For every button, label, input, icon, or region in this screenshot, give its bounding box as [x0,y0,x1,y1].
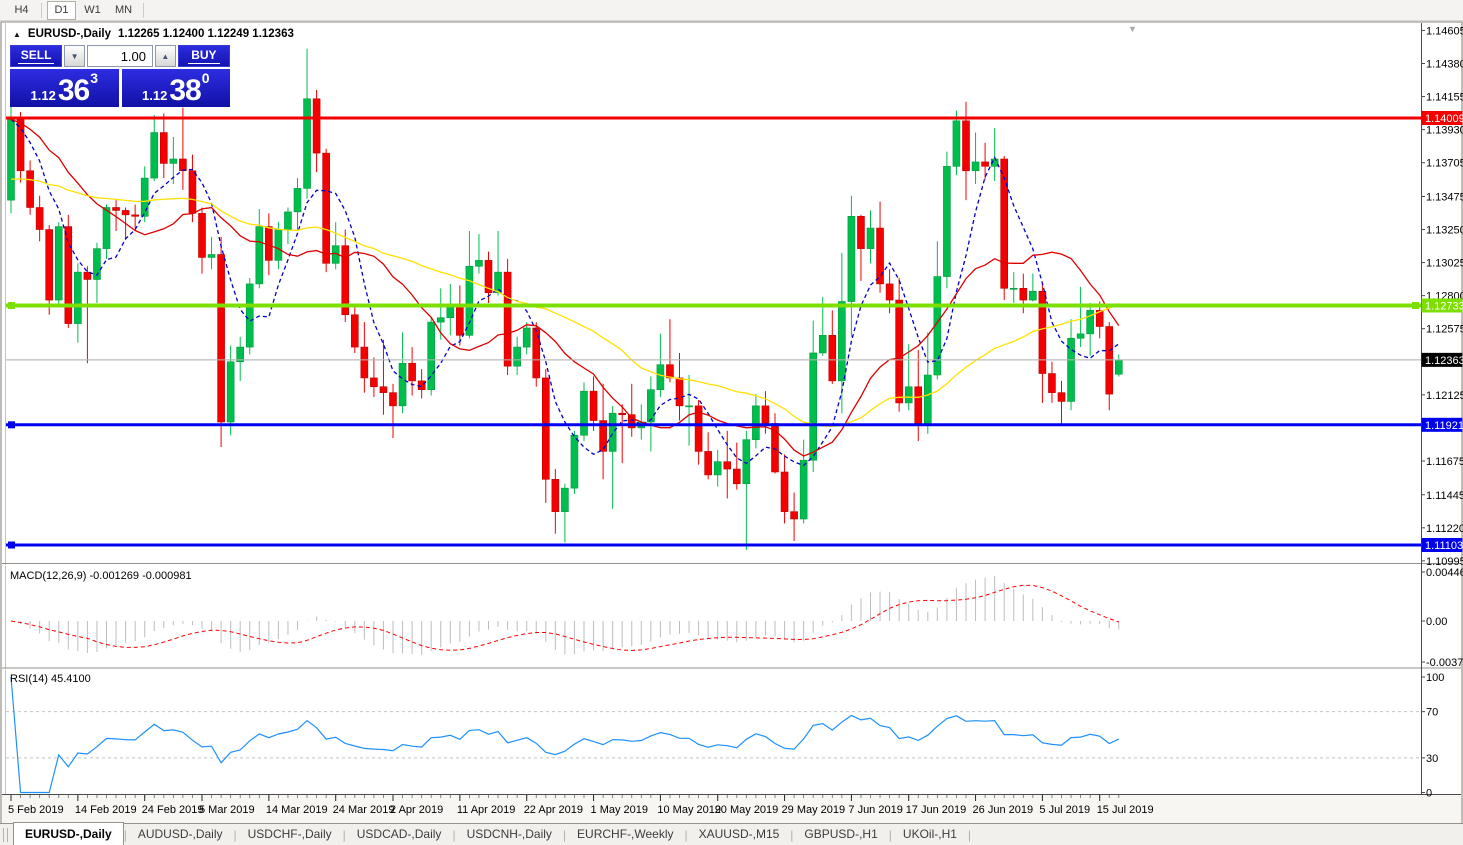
price-level-label: 1.12733 [1425,300,1463,312]
rsi-axis-label: 100 [1426,672,1444,684]
date-axis-label: 7 Jun 2019 [848,804,902,816]
chart-tab-usdcnh[interactable]: USDCNH-,Daily [456,824,563,845]
rsi-axis-label: 70 [1426,707,1438,719]
date-axis-label: 17 Jun 2019 [906,804,967,816]
sell-button-label: SELL [18,48,55,64]
price-axis-label: 1.11445 [1426,490,1463,502]
price-level-label: 1.12363 [1425,355,1463,367]
chart-canvas[interactable]: 1.14605 1.14380 1.14155 1.13930 1.13705 1.134… [0,0,1463,845]
date-axis-label: 26 Jun 2019 [973,804,1034,816]
price-axis-label: 1.13250 [1426,225,1463,237]
chart-tab-xauusd[interactable]: XAUUSD-,M15 [688,824,791,845]
macd-name: MACD(12,26,9) [10,570,86,582]
date-axis-label: 22 Apr 2019 [524,804,583,816]
price-axis-label: 1.11220 [1426,523,1463,535]
spinner-up-icon: ▲ [161,52,169,61]
buy-price-big: 38 [169,78,200,103]
price-axis-label: 1.13025 [1426,258,1463,270]
date-axis-label: 29 May 2019 [782,804,846,816]
price-axis-label: 1.13475 [1426,191,1463,203]
date-axis-label: 14 Mar 2019 [266,804,328,816]
volume-input[interactable] [87,45,153,67]
rsi-name: RSI(14) [10,673,48,685]
rsi-axis-label: 0 [1426,788,1432,800]
price-level-label: 1.11103 [1425,540,1463,552]
macd-indicator-label: MACD(12,26,9) -0.001269 -0.000981 [10,570,192,582]
price-axis-label: 1.14380 [1426,58,1463,70]
price-axis-label: 1.12125 [1426,390,1463,402]
price-level-label: 1.11921 [1425,420,1463,432]
macd-axis-label: 0.00 [1426,616,1447,628]
date-axis-label: 14 Feb 2019 [75,804,137,816]
chart-tab-audusd[interactable]: AUDUSD-,Daily [127,824,234,845]
chart-shift-icon[interactable]: ▼ [1128,24,1137,34]
chart-tab-eurchf[interactable]: EURCHF-,Weekly [566,824,684,845]
date-axis-label: 24 Mar 2019 [333,804,395,816]
date-axis-label: 15 Jul 2019 [1097,804,1154,816]
date-axis-label: 5 Jul 2019 [1039,804,1090,816]
tabbar-grip [3,828,8,842]
buy-price-prefix: 1.12 [142,88,167,103]
price-level-label: 1.14009 [1425,113,1463,125]
chart-tab-ukoil[interactable]: UKOil-,H1 [892,824,968,845]
price-axis-label: 1.13930 [1426,125,1463,137]
date-axis-label: 24 Feb 2019 [142,804,204,816]
chart-tab-usdcad[interactable]: USDCAD-,Daily [346,824,453,845]
chart-tabbar: EURUSD-,Daily|AUDUSD-,Daily|USDCHF-,Dail… [0,823,1463,845]
sell-price-panel[interactable]: 1.12 36 3 [10,69,119,107]
sell-price-prefix: 1.12 [31,88,56,103]
date-axis-label: 5 Feb 2019 [8,804,64,816]
price-axis-label: 1.14605 [1426,25,1463,37]
date-axis-label: 20 May 2019 [715,804,779,816]
price-axis-label: 1.12575 [1426,324,1463,336]
date-axis-label: 1 May 2019 [591,804,648,816]
buy-button-label: BUY [188,48,219,64]
date-axis-label: 11 Apr 2019 [457,804,516,816]
one-click-trading-panel: SELL ▼ ▲ BUY 1.12 36 3 1.12 38 0 [10,45,230,107]
buy-price-panel[interactable]: 1.12 38 0 [122,69,231,107]
sell-button[interactable]: SELL [10,45,62,67]
chart-tab-gbpusd[interactable]: GBPUSD-,H1 [793,824,888,845]
volume-increase-button[interactable]: ▲ [155,45,176,67]
macd-axis-label: 0.004465 [1426,567,1463,579]
sell-price-big: 36 [58,78,89,103]
chart-tab-usdchf[interactable]: USDCHF-,Daily [237,824,343,845]
rsi-axis-label: 30 [1426,753,1438,765]
chart-ohlc-values: 1.12265 1.12400 1.12249 1.12363 [118,28,294,40]
date-axis-label: 10 May 2019 [657,804,721,816]
macd-axis-label: -0.003715 [1426,657,1463,669]
price-axis-label: 1.11675 [1426,456,1463,468]
chart-symbol-title: EURUSD-,Daily [28,28,111,40]
date-axis-label: 5 Mar 2019 [199,804,255,816]
sell-price-pipette: 3 [90,72,98,84]
one-click-collapse-icon[interactable]: ▲ [13,30,21,39]
price-axis-label: 1.14155 [1426,92,1463,104]
rsi-value: 45.4100 [51,673,91,685]
buy-price-pipette: 0 [202,72,210,84]
date-axis-label: 2 Apr 2019 [390,804,443,816]
volume-decrease-button[interactable]: ▼ [64,45,85,67]
buy-button[interactable]: BUY [178,45,230,67]
macd-values: -0.001269 -0.000981 [89,570,191,582]
chart-header: ▲ EURUSD-,Daily 1.12265 1.12400 1.12249 … [13,28,294,40]
spinner-down-icon: ▼ [71,52,79,61]
tab-separator: | [968,828,971,842]
chart-tab-eurusd[interactable]: EURUSD-,Daily [13,822,124,845]
price-axis-label: 1.13705 [1426,158,1463,170]
rsi-indicator-label: RSI(14) 45.4100 [10,673,91,685]
